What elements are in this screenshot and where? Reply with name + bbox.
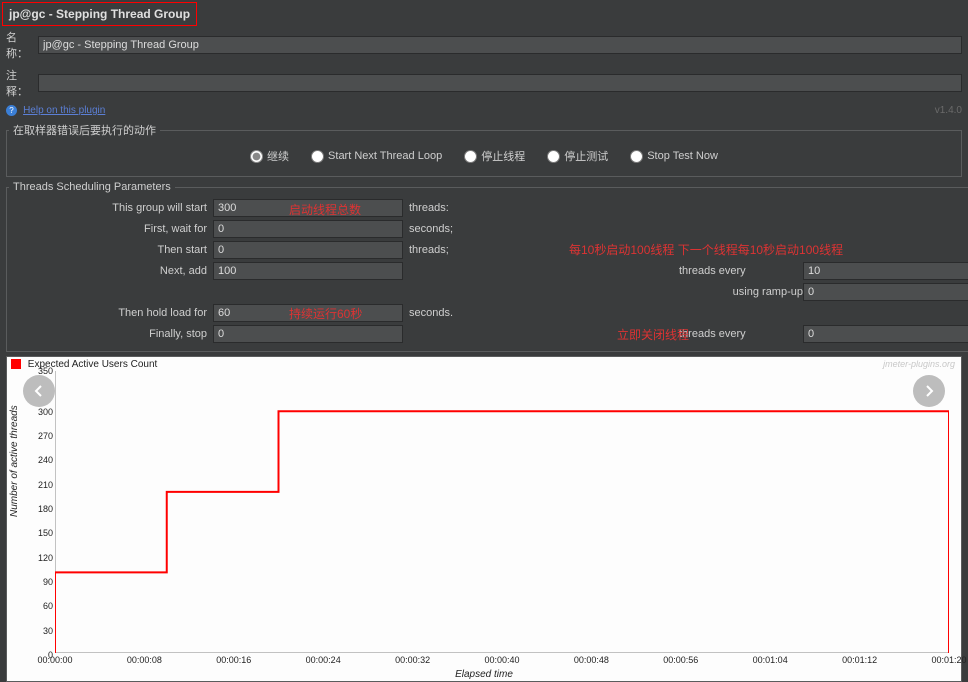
input-total-threads[interactable] [213, 199, 403, 217]
chart-xtick: 00:00:32 [395, 655, 430, 665]
chart-xtick: 00:00:48 [574, 655, 609, 665]
radio-start-next[interactable]: Start Next Thread Loop [311, 150, 442, 163]
scheduling-group: Threads Scheduling Parameters This group… [6, 181, 968, 352]
input-first-wait[interactable] [213, 220, 403, 238]
lbl-next-add: Next, add [13, 265, 213, 277]
chart-xtick: 00:00:24 [306, 655, 341, 665]
chart-ytick: 240 [37, 455, 53, 465]
radio-stop-test-label: 停止测试 [564, 148, 608, 164]
radio-stop-thread-label: 停止线程 [481, 148, 525, 164]
name-label: 名称： [6, 29, 32, 61]
chart-ytick: 90 [37, 577, 53, 587]
lbl-seconds-semi-1: seconds; [403, 223, 623, 235]
chart-ytick: 30 [37, 626, 53, 636]
chart-panel: Expected Active Users Count jmeter-plugi… [6, 356, 962, 682]
radio-stop-test[interactable]: 停止测试 [547, 148, 608, 164]
chart-ytick: 270 [37, 431, 53, 441]
chart-xtick: 00:01:20 [931, 655, 966, 665]
input-stop-every[interactable] [803, 325, 968, 343]
chart-ytick: 350 [37, 366, 53, 376]
lbl-finally-stop: Finally, stop [13, 328, 213, 340]
chart-xtick: 00:00:56 [663, 655, 698, 665]
comment-input[interactable] [38, 74, 962, 92]
input-hold[interactable] [213, 304, 403, 322]
chevron-left-icon [33, 385, 45, 397]
scheduling-legend: Threads Scheduling Parameters [9, 181, 175, 193]
legend-swatch-icon [11, 359, 21, 369]
input-rampup[interactable] [803, 283, 968, 301]
input-add-every[interactable] [803, 262, 968, 280]
lbl-threads-every-2: threads every [673, 328, 803, 340]
chart-plot-area [55, 371, 949, 653]
radio-stop-now[interactable]: Stop Test Now [630, 150, 718, 163]
chart-prev-button[interactable] [23, 375, 55, 407]
chart-ytick: 60 [37, 601, 53, 611]
chart-watermark: jmeter-plugins.org [883, 359, 955, 369]
comment-label: 注释： [6, 67, 32, 99]
chart-xlabel: Elapsed time [455, 669, 513, 680]
input-stop[interactable] [213, 325, 403, 343]
chart-ytick: 180 [37, 504, 53, 514]
lbl-seconds-dot-2: seconds. [403, 307, 623, 319]
radio-continue[interactable]: 继续 [250, 148, 289, 164]
help-icon: ? [6, 105, 17, 116]
lbl-threads-colon: threads: [403, 202, 623, 214]
chart-legend: Expected Active Users Count [11, 359, 157, 370]
chart-svg [55, 371, 949, 653]
lbl-then-start: Then start [13, 244, 213, 256]
chart-xtick: 00:01:04 [753, 655, 788, 665]
radio-continue-label: 继续 [267, 148, 289, 164]
chart-xtick: 00:00:08 [127, 655, 162, 665]
radio-stop-thread[interactable]: 停止线程 [464, 148, 525, 164]
chart-xtick: 00:00:00 [37, 655, 72, 665]
radio-stop-now-label: Stop Test Now [647, 150, 718, 162]
lbl-then-hold: Then hold load for [13, 307, 213, 319]
help-link[interactable]: Help on this plugin [23, 105, 105, 116]
lbl-threads-every-1: threads every [673, 265, 803, 277]
chart-xtick: 00:00:40 [484, 655, 519, 665]
lbl-using-rampup: using ramp-up [673, 286, 803, 298]
lbl-group-start: This group will start [13, 202, 213, 214]
chart-xtick: 00:00:16 [216, 655, 251, 665]
chart-ytick: 300 [37, 407, 53, 417]
panel-title: jp@gc - Stepping Thread Group [2, 2, 197, 26]
input-then-start[interactable] [213, 241, 403, 259]
lbl-first-wait: First, wait for [13, 223, 213, 235]
radio-start-next-label: Start Next Thread Loop [328, 150, 442, 162]
input-next-add[interactable] [213, 262, 403, 280]
chart-ytick: 210 [37, 480, 53, 490]
lbl-threads-semi: threads; [403, 244, 623, 256]
plugin-version: v1.4.0 [935, 105, 962, 116]
sampler-error-legend: 在取样器错误后要执行的动作 [9, 122, 160, 138]
chart-xtick: 00:01:12 [842, 655, 877, 665]
chart-ytick: 150 [37, 528, 53, 538]
chart-ytick: 120 [37, 553, 53, 563]
name-input[interactable] [38, 36, 962, 54]
chart-ylabel: Number of active threads [9, 405, 20, 517]
sampler-error-group: 在取样器错误后要执行的动作 继续 Start Next Thread Loop … [6, 122, 962, 177]
